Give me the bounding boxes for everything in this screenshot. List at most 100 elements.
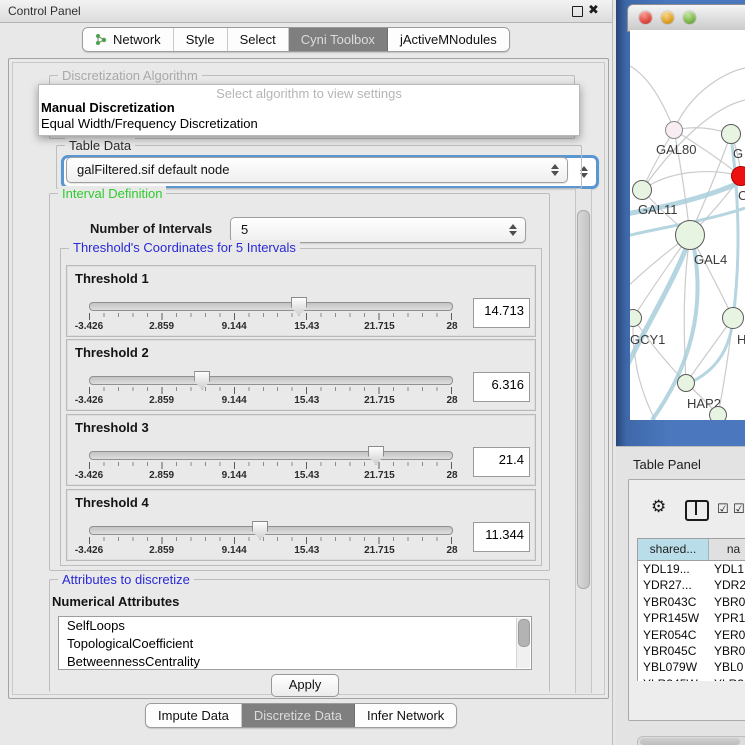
content-scrollbar-thumb[interactable] xyxy=(577,210,590,589)
threshold-slider[interactable]: -3.4262.8599.14415.4321.71528 xyxy=(67,368,517,408)
table-row[interactable]: YDL19... YDL1 xyxy=(638,561,745,577)
spinner-arrows-icon xyxy=(509,224,517,236)
checkbox-icon[interactable]: ☑ xyxy=(733,501,745,517)
network-node[interactable] xyxy=(677,374,695,392)
network-node-label: G xyxy=(733,146,743,161)
interval-definition-title: Interval Definition xyxy=(58,186,166,201)
thresholds-group: Threshold's Coordinates for 5 Intervals … xyxy=(60,248,542,566)
network-node-label: C xyxy=(738,188,745,203)
threshold-label: Threshold 3 xyxy=(75,420,149,435)
tab-network[interactable]: Network xyxy=(83,28,174,51)
tab-infer-network[interactable]: Infer Network xyxy=(355,704,456,727)
minimize-traffic-light-icon[interactable] xyxy=(661,11,674,24)
tick-label: 15.43 xyxy=(294,395,319,406)
cyni-toolbox-panel: Discretization Algorithm Table Data galF… xyxy=(8,58,609,699)
content-scrollbar[interactable] xyxy=(575,189,592,693)
tab-style[interactable]: Style xyxy=(174,28,228,51)
network-node[interactable] xyxy=(709,406,727,420)
table-row[interactable]: YBL079W YBL0 xyxy=(638,659,745,675)
slider-track[interactable] xyxy=(89,376,453,385)
tab-cyni-toolbox[interactable]: Cyni Toolbox xyxy=(289,28,388,51)
float-window-icon[interactable] xyxy=(572,6,583,17)
table-row[interactable]: YBR043C YBR0 xyxy=(638,594,745,610)
control-panel-titlebar[interactable]: Control Panel ✖ xyxy=(0,0,612,23)
tab-discretize-data[interactable]: Discretize Data xyxy=(242,704,355,727)
zoom-traffic-light-icon[interactable] xyxy=(683,11,696,24)
network-node[interactable] xyxy=(675,220,705,250)
tick-label: 9.144 xyxy=(222,470,247,481)
threshold-value-field[interactable]: 21.4 xyxy=(473,447,530,477)
attribute-item[interactable]: BetweennessCentrality xyxy=(59,653,531,670)
list-scrollbar[interactable] xyxy=(516,618,530,668)
table-horizontal-scrollbar[interactable] xyxy=(637,736,745,745)
table-row[interactable]: YER054C YER0 xyxy=(638,627,745,643)
network-node[interactable] xyxy=(722,307,744,329)
algorithm-option-manual[interactable]: Manual Discretization xyxy=(41,100,175,115)
column-selector-icon[interactable] xyxy=(685,500,709,521)
cell-name: YDL1 xyxy=(709,561,745,577)
tick-label: -3.426 xyxy=(75,321,103,332)
column-header-shared-name[interactable]: shared... xyxy=(638,539,709,561)
slider-tick-labels: -3.4262.8599.14415.4321.71528 xyxy=(89,395,452,407)
slider-track[interactable] xyxy=(89,526,453,535)
tick-label: -3.426 xyxy=(75,545,103,556)
table-row[interactable]: YDR27... YDR2 xyxy=(638,577,745,593)
threshold-slider[interactable]: -3.4262.8599.14415.4321.71528 xyxy=(67,294,517,334)
close-icon[interactable]: ✖ xyxy=(588,2,599,18)
close-traffic-light-icon[interactable] xyxy=(639,11,652,24)
tick-label: -3.426 xyxy=(75,470,103,481)
network-node[interactable] xyxy=(632,180,652,200)
cell-shared-name: YPR145W xyxy=(638,610,709,626)
network-node[interactable] xyxy=(731,166,745,186)
numerical-attributes-list[interactable]: SelfLoopsTopologicalCoefficientBetweenne… xyxy=(58,616,532,670)
list-scrollbar-thumb[interactable] xyxy=(518,619,530,647)
top-tabs-segment: Network Style Select Cyni Toolbox jActiv… xyxy=(82,27,510,52)
attributes-group-title: Attributes to discretize xyxy=(58,572,194,587)
table-row[interactable]: YPR145W YPR1 xyxy=(638,610,745,626)
gear-icon[interactable]: ⚙ xyxy=(651,497,666,517)
threshold-value-field[interactable]: 6.316 xyxy=(473,372,530,402)
tick-label: 28 xyxy=(446,470,457,481)
checkbox-icon[interactable]: ☑ xyxy=(717,501,729,517)
table-row[interactable]: YLR345W YLR3 xyxy=(638,676,745,681)
threshold-label: Threshold 2 xyxy=(75,345,149,360)
tab-label: Discretize Data xyxy=(254,708,342,723)
table-row[interactable]: YBR045C YBR0 xyxy=(638,643,745,659)
tick-label: 2.859 xyxy=(149,470,174,481)
network-node[interactable] xyxy=(665,121,683,139)
attribute-item[interactable]: SelfLoops xyxy=(59,617,531,635)
screen: Control Panel ✖ Network Style Select Cyn… xyxy=(0,0,745,745)
network-icon xyxy=(95,33,108,46)
threshold-slider[interactable]: -3.4262.8599.14415.4321.71528 xyxy=(67,518,517,558)
combo-arrows-icon xyxy=(551,164,559,176)
tab-select[interactable]: Select xyxy=(228,28,289,51)
threshold-slider[interactable]: -3.4262.8599.14415.4321.71528 xyxy=(67,443,517,483)
table-horizontal-scrollbar-thumb[interactable] xyxy=(640,738,740,745)
algorithm-option-equal-width[interactable]: Equal Width/Frequency Discretization xyxy=(41,116,258,131)
control-panel-window: Control Panel ✖ Network Style Select Cyn… xyxy=(0,0,613,745)
table-panel-body: ⚙ ☑ ☑ shared... na YDL19... YDL1 YDR27..… xyxy=(628,479,745,721)
attribute-item[interactable]: TopologicalCoefficient xyxy=(59,635,531,653)
apply-button[interactable]: Apply xyxy=(271,674,339,697)
network-node[interactable] xyxy=(721,124,741,144)
column-header-name[interactable]: na xyxy=(709,539,745,561)
threshold-value-field[interactable]: 14.713 xyxy=(473,298,530,328)
table-data-combobox[interactable]: galFiltered.sif default node xyxy=(66,157,568,183)
network-node-label: GAL80 xyxy=(656,142,696,157)
network-window-titlebar[interactable] xyxy=(627,4,745,32)
slider-track[interactable] xyxy=(89,302,453,311)
number-of-intervals-label: Number of Intervals xyxy=(90,221,212,236)
tab-label: Cyni Toolbox xyxy=(301,32,375,47)
slider-track[interactable] xyxy=(89,451,453,460)
tick-label: 9.144 xyxy=(222,545,247,556)
threshold-value-field[interactable]: 11.344 xyxy=(473,522,530,552)
algorithm-placeholder: Select algorithm to view settings xyxy=(39,86,579,101)
tab-jactivemnodules[interactable]: jActiveMNodules xyxy=(388,28,509,51)
network-canvas[interactable]: GAL80GCGAL11GAL4GCY1HHAP2 xyxy=(630,30,745,420)
tab-impute-data[interactable]: Impute Data xyxy=(146,704,242,727)
tick-label: -3.426 xyxy=(75,395,103,406)
cell-shared-name: YER054C xyxy=(638,627,709,643)
tick-label: 28 xyxy=(446,395,457,406)
numerical-attributes-label: Numerical Attributes xyxy=(52,594,179,609)
tick-label: 2.859 xyxy=(149,321,174,332)
